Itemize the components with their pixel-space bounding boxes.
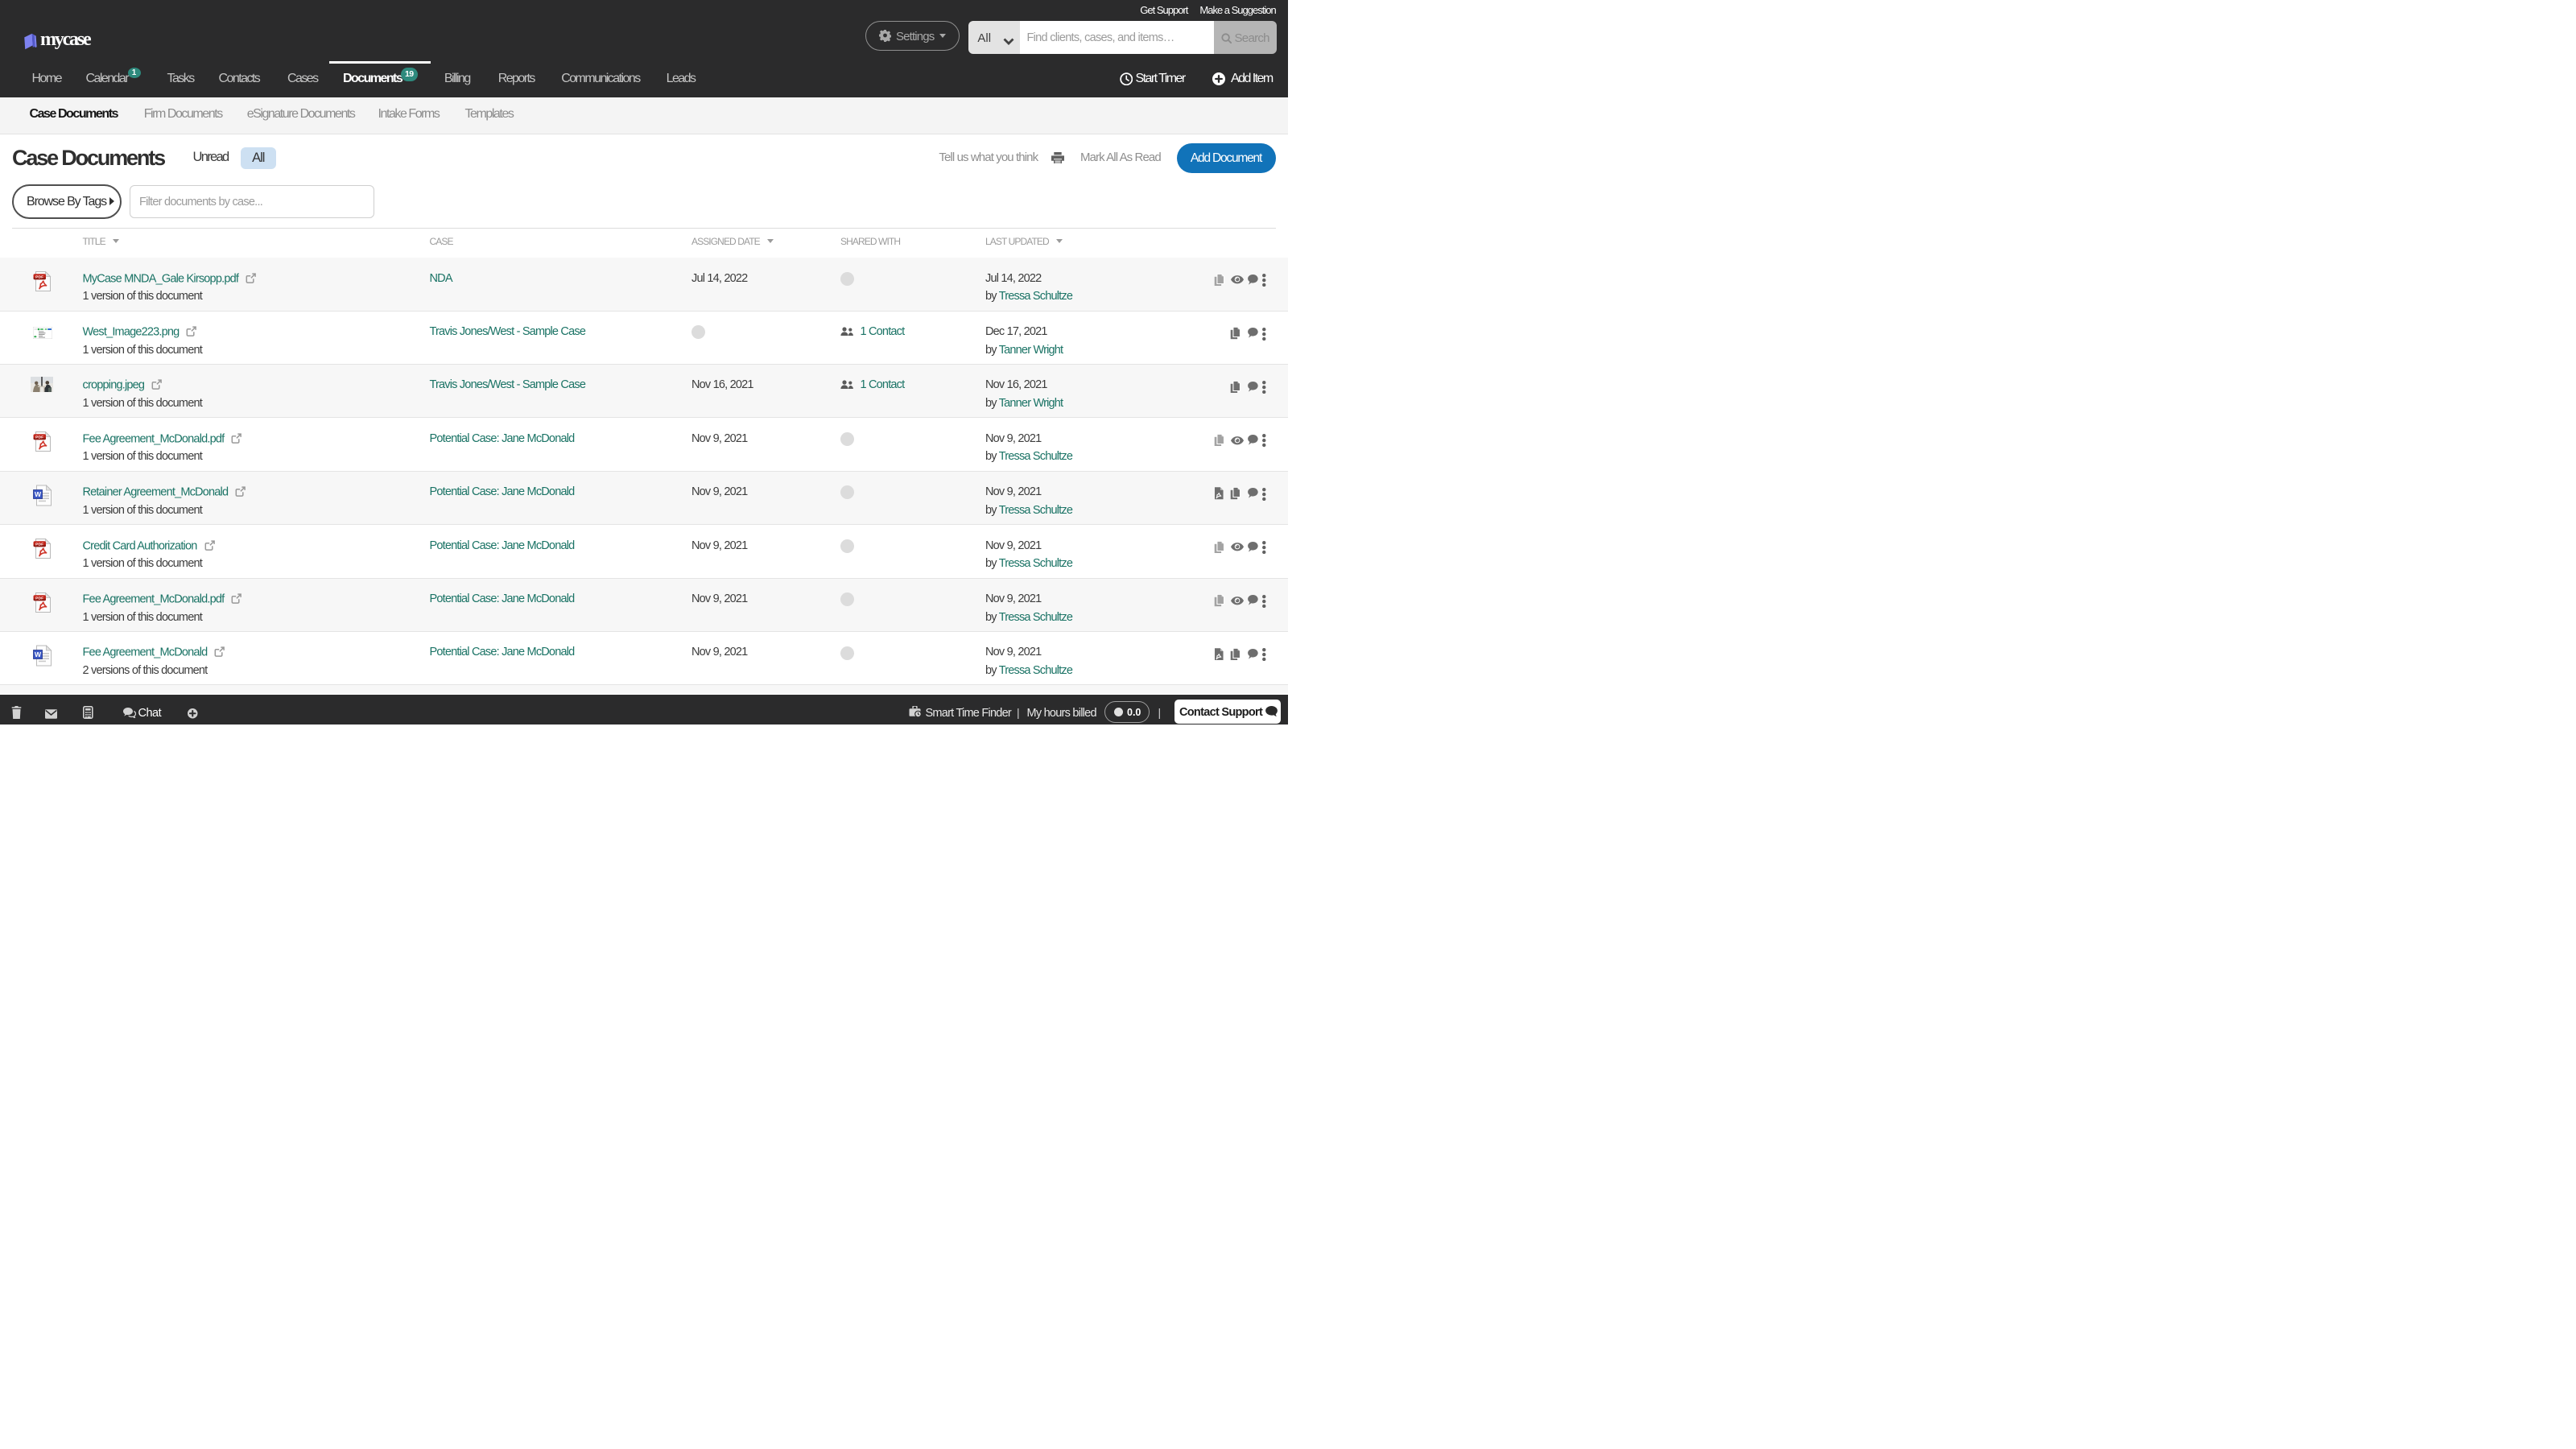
svg-text:W: W [34,650,41,658]
svg-text:PDF: PDF [35,596,43,601]
svg-text:PDF: PDF [35,275,43,280]
svg-text:W: W [34,490,41,498]
svg-text:PDF: PDF [35,436,43,440]
svg-text:PDF: PDF [35,543,43,547]
